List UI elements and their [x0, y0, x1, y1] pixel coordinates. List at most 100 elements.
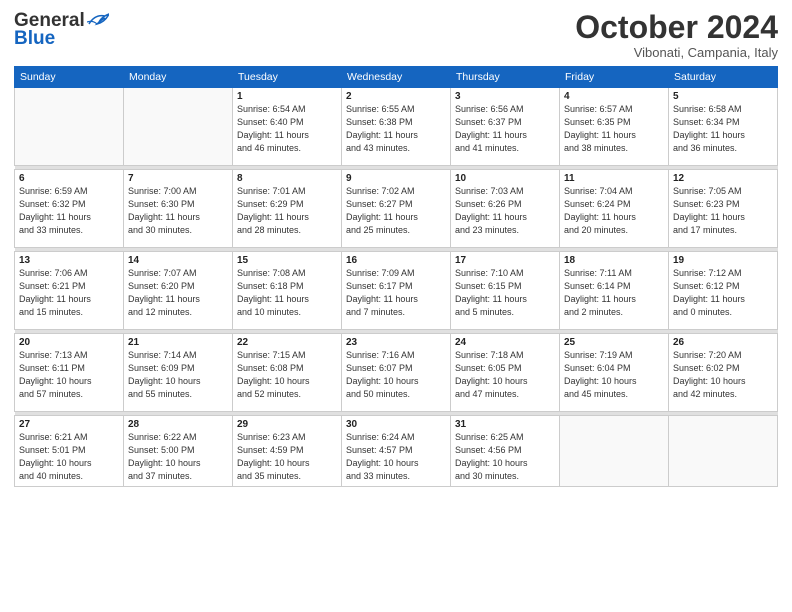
day-info: Sunrise: 7:16 AM Sunset: 6:07 PM Dayligh… [346, 349, 446, 401]
day-number: 17 [455, 255, 555, 266]
day-info: Sunrise: 6:54 AM Sunset: 6:40 PM Dayligh… [237, 103, 337, 155]
calendar-cell [560, 416, 669, 487]
day-number: 28 [128, 419, 228, 430]
day-info: Sunrise: 7:11 AM Sunset: 6:14 PM Dayligh… [564, 267, 664, 319]
calendar-cell: 20Sunrise: 7:13 AM Sunset: 6:11 PM Dayli… [15, 334, 124, 412]
calendar-header-row: SundayMondayTuesdayWednesdayThursdayFrid… [15, 67, 778, 88]
day-number: 6 [19, 173, 119, 184]
day-number: 31 [455, 419, 555, 430]
calendar-cell: 31Sunrise: 6:25 AM Sunset: 4:56 PM Dayli… [451, 416, 560, 487]
calendar-cell: 10Sunrise: 7:03 AM Sunset: 6:26 PM Dayli… [451, 170, 560, 248]
calendar-header-sunday: Sunday [15, 67, 124, 88]
calendar-header-saturday: Saturday [669, 67, 778, 88]
calendar-header-monday: Monday [124, 67, 233, 88]
calendar-cell: 16Sunrise: 7:09 AM Sunset: 6:17 PM Dayli… [342, 252, 451, 330]
calendar-cell: 19Sunrise: 7:12 AM Sunset: 6:12 PM Dayli… [669, 252, 778, 330]
day-number: 27 [19, 419, 119, 430]
page: General Blue October 2024 Vibonati, Camp… [0, 0, 792, 612]
day-info: Sunrise: 7:09 AM Sunset: 6:17 PM Dayligh… [346, 267, 446, 319]
day-info: Sunrise: 7:20 AM Sunset: 6:02 PM Dayligh… [673, 349, 773, 401]
day-number: 13 [19, 255, 119, 266]
calendar-cell: 9Sunrise: 7:02 AM Sunset: 6:27 PM Daylig… [342, 170, 451, 248]
day-number: 23 [346, 337, 446, 348]
day-number: 3 [455, 91, 555, 102]
day-number: 20 [19, 337, 119, 348]
calendar-cell: 29Sunrise: 6:23 AM Sunset: 4:59 PM Dayli… [233, 416, 342, 487]
calendar-cell: 12Sunrise: 7:05 AM Sunset: 6:23 PM Dayli… [669, 170, 778, 248]
calendar-cell: 30Sunrise: 6:24 AM Sunset: 4:57 PM Dayli… [342, 416, 451, 487]
calendar-cell [669, 416, 778, 487]
day-info: Sunrise: 6:59 AM Sunset: 6:32 PM Dayligh… [19, 185, 119, 237]
day-info: Sunrise: 7:12 AM Sunset: 6:12 PM Dayligh… [673, 267, 773, 319]
calendar-header-thursday: Thursday [451, 67, 560, 88]
calendar-week-row: 1Sunrise: 6:54 AM Sunset: 6:40 PM Daylig… [15, 88, 778, 166]
day-info: Sunrise: 7:01 AM Sunset: 6:29 PM Dayligh… [237, 185, 337, 237]
day-number: 16 [346, 255, 446, 266]
calendar-week-row: 20Sunrise: 7:13 AM Sunset: 6:11 PM Dayli… [15, 334, 778, 412]
calendar-cell: 15Sunrise: 7:08 AM Sunset: 6:18 PM Dayli… [233, 252, 342, 330]
calendar-week-row: 27Sunrise: 6:21 AM Sunset: 5:01 PM Dayli… [15, 416, 778, 487]
calendar-cell: 27Sunrise: 6:21 AM Sunset: 5:01 PM Dayli… [15, 416, 124, 487]
day-info: Sunrise: 6:24 AM Sunset: 4:57 PM Dayligh… [346, 431, 446, 483]
day-number: 24 [455, 337, 555, 348]
calendar-cell: 17Sunrise: 7:10 AM Sunset: 6:15 PM Dayli… [451, 252, 560, 330]
day-info: Sunrise: 7:18 AM Sunset: 6:05 PM Dayligh… [455, 349, 555, 401]
calendar-week-row: 6Sunrise: 6:59 AM Sunset: 6:32 PM Daylig… [15, 170, 778, 248]
calendar-cell: 11Sunrise: 7:04 AM Sunset: 6:24 PM Dayli… [560, 170, 669, 248]
day-number: 15 [237, 255, 337, 266]
calendar-cell: 25Sunrise: 7:19 AM Sunset: 6:04 PM Dayli… [560, 334, 669, 412]
calendar-header-wednesday: Wednesday [342, 67, 451, 88]
calendar-cell: 26Sunrise: 7:20 AM Sunset: 6:02 PM Dayli… [669, 334, 778, 412]
day-number: 26 [673, 337, 773, 348]
day-info: Sunrise: 7:13 AM Sunset: 6:11 PM Dayligh… [19, 349, 119, 401]
day-info: Sunrise: 7:07 AM Sunset: 6:20 PM Dayligh… [128, 267, 228, 319]
location: Vibonati, Campania, Italy [575, 45, 778, 60]
day-number: 19 [673, 255, 773, 266]
day-info: Sunrise: 6:23 AM Sunset: 4:59 PM Dayligh… [237, 431, 337, 483]
day-info: Sunrise: 7:00 AM Sunset: 6:30 PM Dayligh… [128, 185, 228, 237]
logo-bird-icon [87, 12, 109, 28]
calendar-cell [124, 88, 233, 166]
calendar-cell: 22Sunrise: 7:15 AM Sunset: 6:08 PM Dayli… [233, 334, 342, 412]
day-number: 14 [128, 255, 228, 266]
day-number: 29 [237, 419, 337, 430]
day-info: Sunrise: 6:55 AM Sunset: 6:38 PM Dayligh… [346, 103, 446, 155]
day-number: 12 [673, 173, 773, 184]
calendar-cell: 6Sunrise: 6:59 AM Sunset: 6:32 PM Daylig… [15, 170, 124, 248]
calendar-cell: 1Sunrise: 6:54 AM Sunset: 6:40 PM Daylig… [233, 88, 342, 166]
day-info: Sunrise: 7:19 AM Sunset: 6:04 PM Dayligh… [564, 349, 664, 401]
day-info: Sunrise: 6:22 AM Sunset: 5:00 PM Dayligh… [128, 431, 228, 483]
calendar-header-friday: Friday [560, 67, 669, 88]
calendar-cell [15, 88, 124, 166]
day-info: Sunrise: 6:25 AM Sunset: 4:56 PM Dayligh… [455, 431, 555, 483]
calendar-cell: 2Sunrise: 6:55 AM Sunset: 6:38 PM Daylig… [342, 88, 451, 166]
calendar-cell: 14Sunrise: 7:07 AM Sunset: 6:20 PM Dayli… [124, 252, 233, 330]
calendar-week-row: 13Sunrise: 7:06 AM Sunset: 6:21 PM Dayli… [15, 252, 778, 330]
day-number: 9 [346, 173, 446, 184]
day-info: Sunrise: 7:04 AM Sunset: 6:24 PM Dayligh… [564, 185, 664, 237]
logo: General Blue [14, 10, 109, 50]
day-number: 8 [237, 173, 337, 184]
calendar-cell: 13Sunrise: 7:06 AM Sunset: 6:21 PM Dayli… [15, 252, 124, 330]
day-number: 5 [673, 91, 773, 102]
day-info: Sunrise: 7:15 AM Sunset: 6:08 PM Dayligh… [237, 349, 337, 401]
calendar-table: SundayMondayTuesdayWednesdayThursdayFrid… [14, 66, 778, 487]
day-info: Sunrise: 7:08 AM Sunset: 6:18 PM Dayligh… [237, 267, 337, 319]
day-info: Sunrise: 7:06 AM Sunset: 6:21 PM Dayligh… [19, 267, 119, 319]
day-info: Sunrise: 7:02 AM Sunset: 6:27 PM Dayligh… [346, 185, 446, 237]
day-number: 25 [564, 337, 664, 348]
calendar-cell: 24Sunrise: 7:18 AM Sunset: 6:05 PM Dayli… [451, 334, 560, 412]
calendar-header-tuesday: Tuesday [233, 67, 342, 88]
header: General Blue October 2024 Vibonati, Camp… [14, 10, 778, 60]
day-number: 1 [237, 91, 337, 102]
title-section: October 2024 Vibonati, Campania, Italy [575, 10, 778, 60]
calendar-cell: 7Sunrise: 7:00 AM Sunset: 6:30 PM Daylig… [124, 170, 233, 248]
day-number: 2 [346, 91, 446, 102]
calendar-cell: 4Sunrise: 6:57 AM Sunset: 6:35 PM Daylig… [560, 88, 669, 166]
day-info: Sunrise: 7:10 AM Sunset: 6:15 PM Dayligh… [455, 267, 555, 319]
day-info: Sunrise: 6:21 AM Sunset: 5:01 PM Dayligh… [19, 431, 119, 483]
day-number: 4 [564, 91, 664, 102]
day-info: Sunrise: 6:57 AM Sunset: 6:35 PM Dayligh… [564, 103, 664, 155]
calendar-cell: 21Sunrise: 7:14 AM Sunset: 6:09 PM Dayli… [124, 334, 233, 412]
calendar-cell: 3Sunrise: 6:56 AM Sunset: 6:37 PM Daylig… [451, 88, 560, 166]
